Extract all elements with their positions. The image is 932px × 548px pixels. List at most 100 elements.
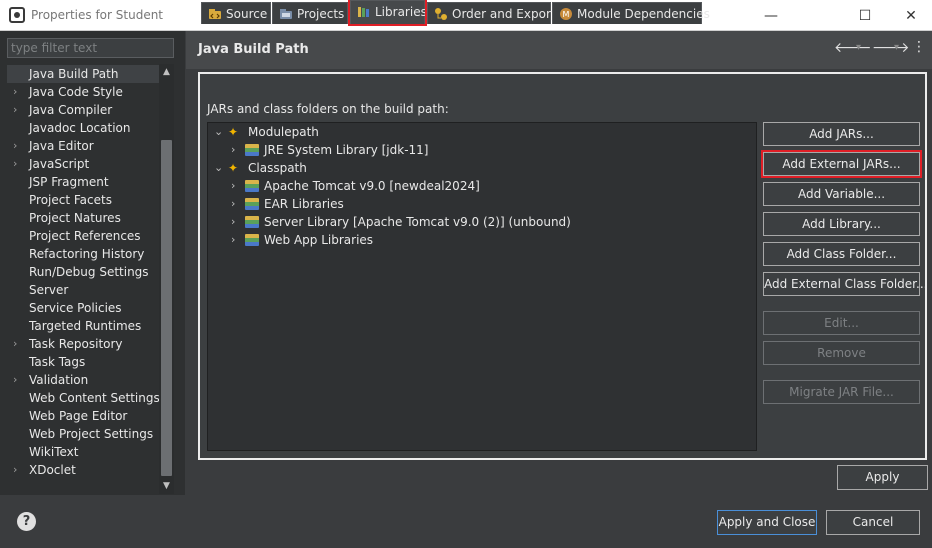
add-jars-button[interactable]: Add JARs... [763, 122, 920, 146]
sidebar-item-server[interactable]: Server [7, 281, 159, 299]
tree-item-label: Apache Tomcat v9.0 [newdeal2024] [264, 179, 480, 193]
chevron-right-icon[interactable]: › [13, 83, 17, 101]
sidebar-item-wikitext[interactable]: WikiText [7, 443, 159, 461]
chevron-down-icon[interactable]: ⌄ [214, 123, 223, 141]
help-icon[interactable]: ? [17, 512, 36, 531]
source-icon [209, 9, 221, 19]
scrollbar-thumb[interactable] [161, 140, 172, 476]
sidebar-item-label: JSP Fragment [29, 175, 109, 189]
sidebar-item-validation[interactable]: › Validation [7, 371, 159, 389]
chevron-right-icon[interactable]: › [13, 461, 17, 479]
chevron-right-icon[interactable]: › [13, 371, 17, 389]
add-class-folder-button[interactable]: Add Class Folder... [763, 242, 920, 266]
chevron-right-icon[interactable]: › [231, 141, 235, 159]
sidebar-item-label: Web Content Settings [29, 391, 160, 405]
forward-dropdown-icon[interactable]: ▾ [894, 42, 899, 53]
sidebar-item-label: Service Policies [29, 301, 122, 315]
sidebar-item-project-references[interactable]: Project References [7, 227, 159, 245]
sidebar-item-java-editor[interactable]: › Java Editor [7, 137, 159, 155]
page-title: Java Build Path [198, 42, 309, 57]
scroll-down-icon[interactable]: ▼ [161, 480, 172, 492]
add-library-button[interactable]: Add Library... [763, 212, 920, 236]
chevron-right-icon[interactable]: › [231, 177, 235, 195]
sidebar-item-java-compiler[interactable]: › Java Compiler [7, 101, 159, 119]
libraries-tree[interactable]: ⌄ ✦ Modulepath › JRE System Library [jdk… [207, 122, 757, 451]
preference-tree: Java Build Path › Java Code Style › Java Com… [7, 64, 160, 494]
sidebar-item-web-content-settings[interactable]: Web Content Settings [7, 389, 160, 407]
sidebar-item-label: Run/Debug Settings [29, 265, 149, 279]
chevron-right-icon[interactable]: › [231, 195, 235, 213]
remove-button[interactable]: Remove [763, 341, 920, 365]
add-variable-button[interactable]: Add Variable... [763, 182, 920, 206]
tab-projects-label: Projects [297, 7, 345, 21]
build-path-container-icon: ✦ [228, 161, 239, 175]
eclipse-app-icon [9, 7, 25, 23]
sidebar-item-label: Javadoc Location [29, 121, 131, 135]
migrate-jar-file-button[interactable]: Migrate JAR File... [763, 380, 920, 404]
close-button[interactable]: ✕ [888, 0, 932, 31]
back-arrow-icon[interactable]: 🡐 [834, 39, 872, 56]
projects-icon [280, 9, 292, 19]
tree-item-label: EAR Libraries [264, 197, 344, 211]
sidebar-item-label: JavaScript [29, 157, 90, 171]
sidebar-item-label: Refactoring History [29, 247, 145, 261]
tab-libraries-label: Libraries [375, 5, 427, 19]
tree-item-label: Web App Libraries [264, 233, 374, 247]
add-external-jars-button[interactable]: Add External JARs... [761, 150, 922, 178]
sidebar-item-targeted-runtimes[interactable]: Targeted Runtimes [7, 317, 159, 335]
chevron-right-icon[interactable]: › [13, 155, 17, 173]
chevron-right-icon[interactable]: › [13, 335, 17, 353]
tab-order-export[interactable]: Order and Export [427, 2, 556, 24]
sidebar-item-label: Project References [29, 229, 141, 243]
sidebar-item-service-policies[interactable]: Service Policies [7, 299, 159, 317]
sidebar-item-label: Java Compiler [29, 103, 113, 117]
tab-order-export-label: Order and Export [452, 7, 556, 21]
sidebar-item-project-facets[interactable]: Project Facets [7, 191, 159, 209]
maximize-button[interactable]: ☐ [842, 0, 888, 31]
sidebar-item-refactoring-history[interactable]: Refactoring History [7, 245, 159, 263]
cancel-button[interactable]: Cancel [826, 510, 920, 535]
tab-module-dependencies[interactable]: M Module Dependencies [552, 2, 710, 24]
filter-input[interactable] [7, 38, 174, 58]
chevron-right-icon[interactable]: › [13, 101, 17, 119]
sidebar-item-task-repository[interactable]: › Task Repository [7, 335, 159, 353]
sidebar-item-task-tags[interactable]: Task Tags [7, 353, 159, 371]
tree-item-label: Modulepath [248, 125, 319, 139]
library-icon [245, 234, 259, 246]
chevron-down-icon[interactable]: ⌄ [214, 159, 223, 177]
chevron-right-icon[interactable]: › [231, 231, 235, 249]
edit-button[interactable]: Edit... [763, 311, 920, 335]
sidebar-item-label: Targeted Runtimes [29, 319, 142, 333]
forward-arrow-icon[interactable]: 🡒 [872, 39, 910, 56]
view-menu-icon[interactable]: ⋮ [912, 39, 926, 55]
sidebar-item-label: Web Page Editor [29, 409, 128, 423]
build-path-container-icon: ✦ [228, 125, 239, 139]
sidebar-item-java-code-style[interactable]: › Java Code Style [7, 83, 159, 101]
sidebar-item-javascript[interactable]: › JavaScript [7, 155, 159, 173]
tab-libraries[interactable]: Libraries [348, 0, 427, 26]
sidebar-item-project-natures[interactable]: Project Natures [7, 209, 159, 227]
tab-source[interactable]: Source [201, 2, 271, 24]
sidebar-item-java-build-path[interactable]: Java Build Path [7, 65, 159, 83]
sidebar-item-run-debug-settings[interactable]: Run/Debug Settings [7, 263, 159, 281]
sidebar-item-label: Project Facets [29, 193, 112, 207]
sidebar-scrollbar[interactable]: ▲ ▼ [159, 64, 174, 494]
sidebar-item-xdoclet[interactable]: › XDoclet [7, 461, 159, 479]
sidebar-item-web-page-editor[interactable]: Web Page Editor [7, 407, 159, 425]
library-icon [245, 144, 259, 156]
sidebar-item-javadoc-location[interactable]: Javadoc Location [7, 119, 159, 137]
minimize-button[interactable]: — [748, 0, 794, 31]
preference-sidebar: Java Build Path › Java Code Style › Java Com… [0, 31, 185, 495]
tree-item-label: Server Library [Apache Tomcat v9.0 (2)] … [264, 215, 571, 229]
sidebar-item-web-project-settings[interactable]: Web Project Settings [7, 425, 159, 443]
add-external-class-folder-button[interactable]: Add External Class Folder... [763, 272, 927, 296]
back-dropdown-icon[interactable]: ▾ [856, 42, 861, 53]
scroll-up-icon[interactable]: ▲ [161, 66, 172, 78]
tab-projects[interactable]: Projects [272, 2, 348, 24]
apply-button[interactable]: Apply [837, 465, 928, 490]
chevron-right-icon[interactable]: › [231, 213, 235, 231]
apply-and-close-button[interactable]: Apply and Close [717, 510, 817, 535]
chevron-right-icon[interactable]: › [13, 137, 17, 155]
sidebar-item-jsp-fragment[interactable]: JSP Fragment [7, 173, 159, 191]
sidebar-item-label: Validation [29, 373, 89, 387]
